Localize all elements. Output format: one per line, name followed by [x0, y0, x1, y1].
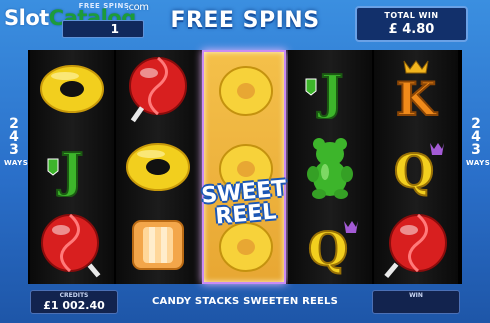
ways-badge-right: 2 4 3 WAYS	[466, 117, 490, 167]
queen-letter: Q	[394, 144, 434, 197]
ways-label: WAYS	[466, 159, 490, 167]
red-lollipop-icon	[30, 206, 114, 284]
credits-value: £1 002.40	[43, 299, 105, 312]
queen-letter: Q	[308, 222, 348, 275]
reel-3-wild	[202, 50, 286, 284]
reel-2	[116, 50, 200, 284]
credits-label: CREDITS	[59, 292, 89, 299]
jack-card-icon: J	[288, 50, 372, 128]
sweet-reel-logo: SWEET REEL	[198, 176, 291, 230]
jack-letter: J	[57, 143, 84, 197]
queen-card-icon: Q	[374, 128, 458, 206]
win-label: WIN	[409, 292, 423, 299]
total-win-panel: TOTAL WIN £ 4.80	[355, 6, 468, 42]
yellow-candy-ring-icon	[116, 128, 200, 206]
queen-card-icon: Q	[288, 206, 372, 284]
status-message: CANDY STACKS SWEETEN REELS	[151, 296, 339, 307]
reel-5: K Q	[374, 50, 458, 284]
sweet-reel-wild-icon	[204, 52, 288, 130]
total-win-label: TOTAL WIN	[384, 11, 439, 20]
yellow-candy-ring-icon	[30, 50, 114, 128]
reel-grid: J J Q K Q	[28, 50, 462, 284]
orange-toffee-icon	[116, 206, 200, 284]
king-card-icon: K	[374, 50, 458, 128]
king-letter: K	[396, 72, 438, 121]
red-lollipop-icon	[374, 206, 458, 284]
ways-digit: 3	[9, 142, 19, 158]
jack-letter: J	[317, 65, 344, 119]
credits-panel: CREDITS £1 002.40	[30, 290, 118, 314]
ways-digit: 3	[471, 142, 481, 158]
red-lollipop-icon	[116, 50, 200, 128]
reel-1: J	[30, 50, 114, 284]
total-win-value: £ 4.80	[388, 22, 435, 37]
ways-badge-left: 2 4 3 WAYS	[4, 117, 29, 167]
ways-label: WAYS	[4, 159, 29, 167]
jack-card-icon: J	[30, 128, 114, 206]
reel-4: J Q	[288, 50, 372, 284]
green-gummy-bear-icon	[288, 128, 372, 206]
win-panel: WIN	[372, 290, 460, 314]
